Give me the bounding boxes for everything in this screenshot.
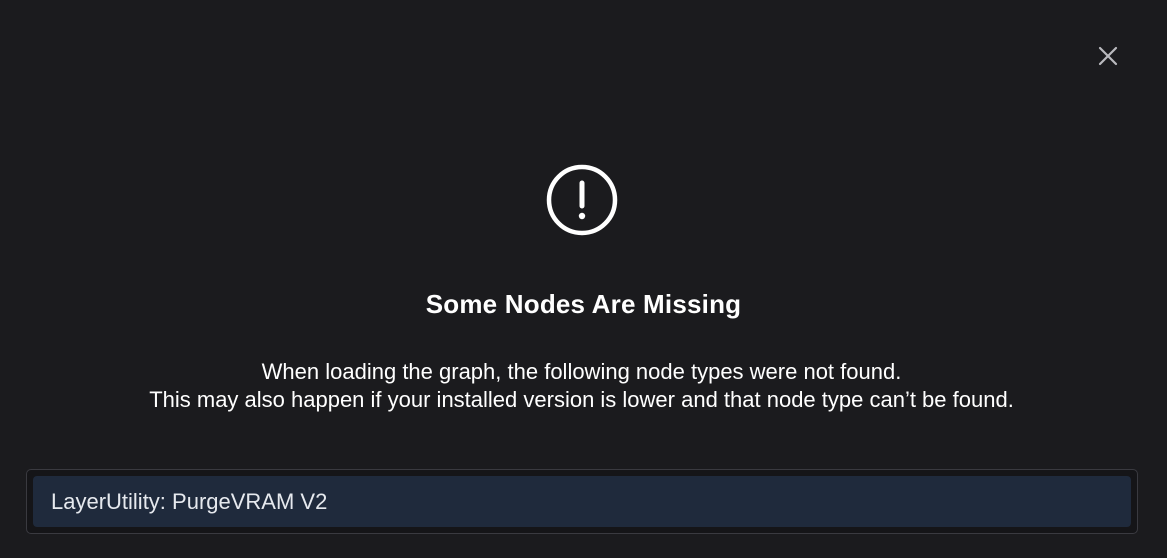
missing-nodes-dialog: Some Nodes Are Missing When loading the … <box>0 0 1167 558</box>
message-line: When loading the graph, the following no… <box>261 359 902 384</box>
close-icon <box>1098 46 1118 66</box>
list-item[interactable]: LayerUtility: PurgeVRAM V2 <box>33 476 1131 527</box>
close-button[interactable] <box>1092 40 1124 72</box>
exclamation-circle-icon <box>546 164 618 236</box>
dialog-title: Some Nodes Are Missing <box>425 289 742 319</box>
missing-nodes-list: LayerUtility: PurgeVRAM V2 <box>26 469 1138 534</box>
dialog-message: When loading the graph, the following no… <box>0 358 1163 414</box>
message-line: This may also happen if your installed v… <box>149 387 1014 412</box>
